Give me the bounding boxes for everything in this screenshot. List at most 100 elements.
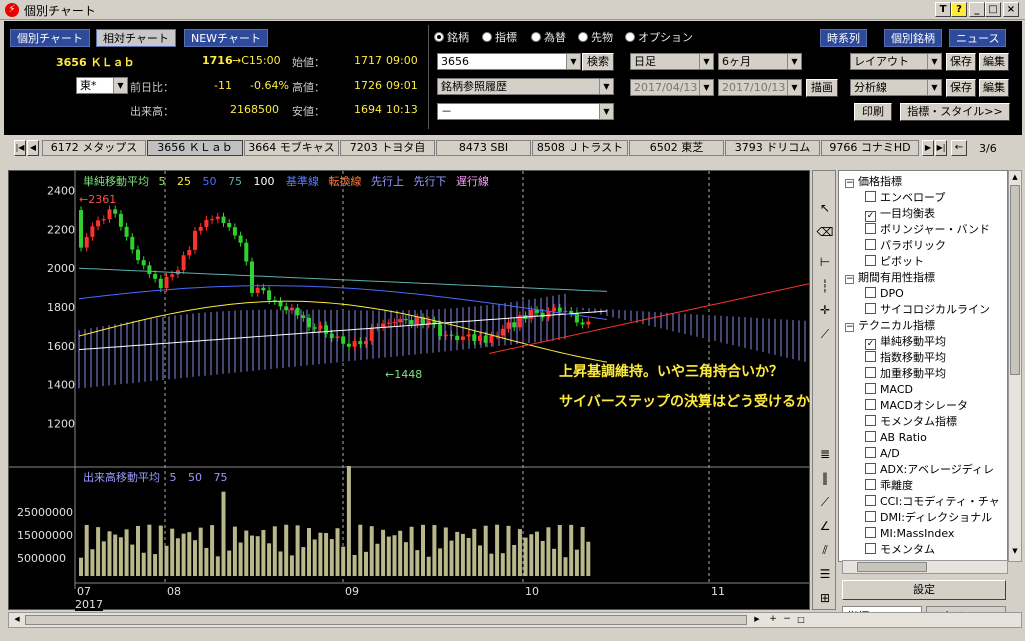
scroll-left-icon[interactable]: ◀ bbox=[11, 615, 23, 625]
zoom-in-icon[interactable]: + bbox=[767, 615, 779, 625]
checkbox-icon[interactable] bbox=[865, 527, 876, 538]
scroll-thumb[interactable] bbox=[1010, 185, 1020, 375]
search-button[interactable]: 検索 bbox=[582, 53, 614, 71]
checkbox-icon[interactable] bbox=[865, 383, 876, 394]
minimize-button[interactable]: _ bbox=[969, 2, 985, 17]
back-arrow-icon[interactable]: ← bbox=[951, 140, 967, 156]
mode-option[interactable]: オプション bbox=[625, 29, 693, 45]
scroll-right-icon[interactable]: ▶ bbox=[751, 615, 763, 625]
indicator-style-button[interactable]: 指標・スタイル>> bbox=[900, 103, 1010, 121]
pointer-icon[interactable]: ↖ bbox=[816, 199, 834, 217]
tree-item[interactable]: ADX:アベレージディレ bbox=[865, 462, 994, 478]
zoom-out-icon[interactable]: − bbox=[781, 615, 793, 625]
maximize-button[interactable]: □ bbox=[985, 2, 1001, 17]
tree-item[interactable]: MI:MassIndex bbox=[865, 526, 954, 542]
from-date[interactable]: 2017/04/13 ▼ bbox=[630, 79, 714, 96]
scroll-down-icon[interactable]: ▼ bbox=[1010, 547, 1020, 557]
checkbox-icon[interactable] bbox=[865, 239, 876, 250]
fibo-icon[interactable]: ≣ bbox=[816, 445, 834, 463]
tree-item[interactable]: サイコロジカルライン bbox=[865, 302, 990, 318]
help-button[interactable]: ? bbox=[951, 2, 967, 17]
stock-tab[interactable]: 3793 ドリコム bbox=[725, 140, 820, 156]
checkbox-icon[interactable] bbox=[865, 511, 876, 522]
tree-item[interactable]: A/D bbox=[865, 446, 900, 462]
tree-item[interactable]: MACDオシレータ bbox=[865, 398, 968, 414]
stock-tab[interactable]: 6502 東芝 bbox=[629, 140, 724, 156]
tree-item[interactable]: 乖離度 bbox=[865, 478, 913, 494]
checkbox-icon[interactable] bbox=[865, 287, 876, 298]
stock-tab[interactable]: 3656 ＫＬａｂ bbox=[147, 140, 243, 156]
tree-item[interactable]: ピボット bbox=[865, 254, 924, 270]
checkbox-icon[interactable] bbox=[865, 431, 876, 442]
tree-item[interactable]: MACD bbox=[865, 382, 913, 398]
checkbox-icon[interactable] bbox=[865, 495, 876, 506]
tree-item[interactable]: AB Ratio bbox=[865, 430, 927, 446]
checkbox-checked-icon[interactable]: ✓ bbox=[865, 339, 876, 350]
collapse-icon[interactable]: − bbox=[845, 179, 854, 188]
tree-item[interactable]: 指数移動平均 bbox=[865, 350, 946, 366]
stock-tab[interactable]: 7203 トヨタ自 bbox=[340, 140, 435, 156]
channel-icon[interactable]: ⫽ bbox=[816, 541, 834, 559]
vline-icon[interactable]: ┆ bbox=[816, 277, 834, 295]
scroll-up-icon[interactable]: ▲ bbox=[1010, 173, 1020, 183]
checkbox-icon[interactable] bbox=[865, 303, 876, 314]
eraser-icon[interactable]: ⌫ bbox=[816, 223, 834, 241]
mode-sakimono[interactable]: 先物 bbox=[578, 29, 613, 45]
chart-area[interactable]: 2400 2200 2000 1800 1600 1400 1200 25000000 1500… bbox=[8, 170, 810, 610]
layout-save-button[interactable]: 保存 bbox=[946, 53, 976, 71]
print-button[interactable]: 印刷 bbox=[854, 103, 892, 121]
checkbox-icon[interactable] bbox=[865, 447, 876, 458]
tab-new-chart[interactable]: NEWチャート bbox=[184, 29, 268, 47]
hline-icon[interactable]: ⊢ bbox=[816, 253, 834, 271]
tree-item[interactable]: ✓ 一目均衡表 bbox=[865, 206, 935, 222]
tree-scrollbar[interactable]: ▲ ▼ bbox=[1008, 170, 1022, 562]
bar-type-select[interactable]: 日足 ▼ bbox=[630, 53, 714, 70]
checkbox-icon[interactable] bbox=[865, 399, 876, 410]
stock-tab[interactable]: 6172 メタップス bbox=[42, 140, 146, 156]
t-button[interactable]: T bbox=[935, 2, 951, 17]
tree-item[interactable]: モメンタム指標 bbox=[865, 414, 957, 430]
tree-group[interactable]: − 期間有用性指標 bbox=[845, 270, 935, 286]
hscroll-thumb[interactable] bbox=[25, 615, 747, 625]
market-select[interactable]: 東* ▼ bbox=[76, 77, 128, 94]
close-button[interactable]: × bbox=[1003, 2, 1019, 17]
checkbox-icon[interactable] bbox=[865, 255, 876, 266]
tree-item[interactable]: ボリンジャー・バンド bbox=[865, 222, 990, 238]
code-input[interactable]: 3656 ▼ bbox=[437, 53, 581, 70]
angle-icon[interactable]: ∠ bbox=[816, 517, 834, 535]
tree-hscroll[interactable] bbox=[842, 560, 1008, 574]
tree-item[interactable]: モメンタム bbox=[865, 542, 935, 558]
individual-stock-button[interactable]: 個別銘柄 bbox=[884, 29, 942, 47]
next-icon[interactable]: ▶ bbox=[922, 140, 934, 156]
checkbox-icon[interactable] bbox=[865, 479, 876, 490]
ray-icon[interactable]: ⟋ bbox=[816, 493, 834, 511]
tree-group[interactable]: − 価格指標 bbox=[845, 174, 902, 190]
layout-edit-button[interactable]: 編集 bbox=[979, 53, 1009, 71]
mode-meigara[interactable]: 銘柄 bbox=[434, 29, 469, 45]
checkbox-icon[interactable] bbox=[865, 367, 876, 378]
fit-icon[interactable]: □ bbox=[795, 615, 807, 625]
stock-tab[interactable]: 8508 Ｊトラスト bbox=[532, 140, 628, 156]
tree-item[interactable]: 加重移動平均 bbox=[865, 366, 946, 382]
trendline-icon[interactable]: ⟋ bbox=[816, 325, 834, 343]
stock-tab[interactable]: 3664 モブキャス bbox=[244, 140, 339, 156]
tab-individual-chart[interactable]: 個別チャート bbox=[10, 29, 90, 47]
checkbox-checked-icon[interactable]: ✓ bbox=[865, 211, 876, 222]
mode-shihyo[interactable]: 指標 bbox=[482, 29, 517, 45]
last-icon[interactable]: ▶| bbox=[935, 140, 947, 156]
collapse-icon[interactable]: − bbox=[845, 323, 854, 332]
tree-group[interactable]: − テクニカル指標 bbox=[845, 318, 935, 334]
grid-icon[interactable]: ⊞ bbox=[816, 589, 834, 607]
stock-tab[interactable]: 8473 SBI bbox=[436, 140, 531, 156]
tree-item[interactable]: エンベロープ bbox=[865, 190, 945, 206]
third-select[interactable]: － ▼ bbox=[437, 103, 614, 120]
first-icon[interactable]: |◀ bbox=[14, 140, 26, 156]
checkbox-icon[interactable] bbox=[865, 415, 876, 426]
prev-icon[interactable]: ◀ bbox=[27, 140, 39, 156]
tree-item[interactable]: CCI:コモディティ・チャ bbox=[865, 494, 1000, 510]
news-button[interactable]: ニュース bbox=[949, 29, 1006, 47]
timeseries-button[interactable]: 時系列 bbox=[820, 29, 867, 47]
checkbox-icon[interactable] bbox=[865, 351, 876, 362]
checkbox-icon[interactable] bbox=[865, 543, 876, 554]
to-date[interactable]: 2017/10/13 ▼ bbox=[718, 79, 802, 96]
